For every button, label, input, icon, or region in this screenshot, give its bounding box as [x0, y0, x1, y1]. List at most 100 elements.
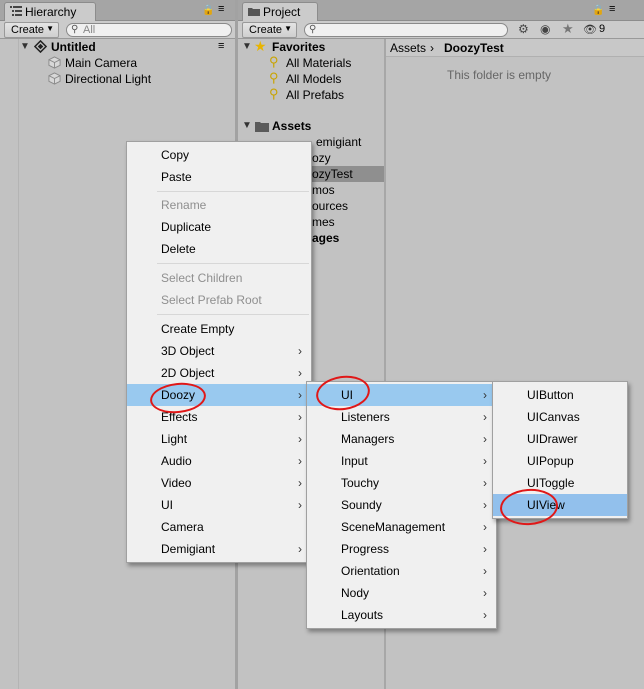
- expand-arrow-icon[interactable]: ▼: [242, 39, 252, 55]
- breadcrumb-item-current[interactable]: DoozyTest: [444, 41, 504, 55]
- menu-item-label: Select Prefab Root: [161, 293, 262, 307]
- submenu-arrow-icon: ›: [298, 410, 302, 424]
- menu-item-soundy[interactable]: Soundy ›: [307, 494, 496, 516]
- menu-item-label: UIButton: [527, 388, 574, 402]
- menu-item-ui[interactable]: UI ›: [127, 494, 311, 516]
- menu-item-label: Video: [161, 476, 192, 490]
- submenu-arrow-icon: ›: [298, 344, 302, 358]
- menu-item-uibutton[interactable]: UIButton: [493, 384, 627, 406]
- menu-item-create-empty[interactable]: Create Empty: [127, 318, 311, 340]
- scene-name: Untitled: [51, 40, 96, 54]
- scene-menu-icon[interactable]: ≡: [218, 38, 224, 54]
- panel-menu-icon[interactable]: ≡: [218, 3, 224, 15]
- menu-item-copy[interactable]: Copy: [127, 144, 311, 166]
- menu-item-label: Listeners: [341, 410, 390, 424]
- menu-item-orientation[interactable]: Orientation ›: [307, 560, 496, 582]
- breadcrumb: Assets › DoozyTest: [386, 39, 644, 57]
- hierarchy-tab[interactable]: Hierarchy: [4, 2, 96, 21]
- submenu-arrow-icon: ›: [483, 586, 487, 600]
- asset-folder-label: emigiant: [316, 135, 362, 149]
- menu-item-label: Camera: [161, 520, 204, 534]
- menu-item-managers[interactable]: Managers ›: [307, 428, 496, 450]
- menu-item-light[interactable]: Light ›: [127, 428, 311, 450]
- favorite-star-icon[interactable]: ★: [562, 21, 574, 37]
- empty-folder-message: This folder is empty: [447, 68, 552, 82]
- menu-item-rename: Rename: [127, 194, 311, 216]
- lock-icon[interactable]: 🔒: [592, 5, 604, 16]
- menu-item-scene-management[interactable]: SceneManagement ›: [307, 516, 496, 538]
- expand-arrow-icon[interactable]: ▼: [242, 118, 252, 134]
- filter-by-label-icon[interactable]: ◉: [540, 22, 550, 36]
- menu-item-paste[interactable]: Paste: [127, 166, 311, 188]
- favorites-row[interactable]: ▼ ★ Favorites: [238, 38, 384, 55]
- assets-row[interactable]: ▼ Assets: [238, 118, 384, 134]
- hierarchy-create-button[interactable]: Create ▼: [4, 22, 60, 38]
- filter-by-type-icon[interactable]: ⚙: [518, 22, 529, 36]
- menu-item-input[interactable]: Input ›: [307, 450, 496, 472]
- breadcrumb-item[interactable]: Assets: [390, 41, 426, 55]
- menu-item-delete[interactable]: Delete: [127, 238, 311, 260]
- project-create-label: Create: [249, 24, 283, 36]
- hierarchy-search-input[interactable]: ⚲ All: [66, 23, 232, 37]
- submenu-arrow-icon: ›: [483, 388, 487, 402]
- submenu-arrow-icon: ›: [298, 366, 302, 380]
- favorite-item[interactable]: ⚲ All Prefabs: [238, 86, 384, 103]
- menu-item-duplicate[interactable]: Duplicate: [127, 216, 311, 238]
- menu-item-camera[interactable]: Camera: [127, 516, 311, 538]
- menu-item-layouts[interactable]: Layouts ›: [307, 604, 496, 626]
- menu-item-label: Progress: [341, 542, 390, 556]
- lock-icon[interactable]: 🔒: [202, 5, 214, 16]
- menu-item-uidrawer[interactable]: UIDrawer: [493, 428, 627, 450]
- submenu-arrow-icon: ›: [298, 542, 302, 556]
- menu-item-video[interactable]: Video ›: [127, 472, 311, 494]
- gameobject-icon: [48, 56, 61, 69]
- menu-item-progress[interactable]: Progress ›: [307, 538, 496, 560]
- submenu-arrow-icon: ›: [483, 498, 487, 512]
- menu-separator: [157, 191, 309, 192]
- panel-menu-icon[interactable]: ≡: [609, 3, 615, 15]
- asset-folder-label: ozy: [312, 151, 331, 165]
- favorite-item-label: All Materials: [286, 56, 352, 70]
- menu-item-effects[interactable]: Effects ›: [127, 406, 311, 428]
- gameobject-icon: [48, 72, 61, 85]
- hierarchy-tab-label: Hierarchy: [25, 5, 77, 19]
- menu-item-label: Nody: [341, 586, 370, 600]
- menu-item-label: SceneManagement: [341, 520, 446, 534]
- project-tab[interactable]: Project: [242, 2, 318, 21]
- search-filter-icon: ⚲: [269, 86, 279, 101]
- hierarchy-gutter: [18, 39, 19, 689]
- menu-item-nody[interactable]: Nody ›: [307, 582, 496, 604]
- menu-item-uicanvas[interactable]: UICanvas: [493, 406, 627, 428]
- favorite-item[interactable]: ⚲ All Materials: [238, 54, 384, 71]
- hidden-packages-icon[interactable]: 👁: [583, 23, 597, 36]
- hierarchy-item-directional-light[interactable]: Directional Light: [0, 71, 236, 87]
- favorite-item[interactable]: ⚲ All Models: [238, 70, 384, 87]
- menu-item-3d-object[interactable]: 3D Object ›: [127, 340, 311, 362]
- project-tab-label: Project: [263, 5, 301, 19]
- menu-item-label: Create Empty: [161, 322, 235, 336]
- menu-item-label: Delete: [161, 242, 196, 256]
- project-search-input[interactable]: ⚲: [304, 23, 508, 37]
- asset-folder-label: ages: [312, 231, 340, 245]
- menu-item-demigiant[interactable]: Demigiant ›: [127, 538, 311, 560]
- chevron-down-icon: ▼: [46, 24, 55, 33]
- menu-item-2d-object[interactable]: 2D Object ›: [127, 362, 311, 384]
- expand-arrow-icon[interactable]: ▼: [20, 39, 30, 55]
- menu-item-label: Copy: [161, 148, 190, 162]
- asset-folder-label: ozyTest: [312, 167, 353, 181]
- menu-item-label: Light: [161, 432, 188, 446]
- menu-item-uipopup[interactable]: UIPopup: [493, 450, 627, 472]
- menu-item-audio[interactable]: Audio ›: [127, 450, 311, 472]
- scene-row[interactable]: ▼ Untitled ≡: [0, 39, 236, 55]
- assets-label: Assets: [272, 119, 312, 133]
- menu-item-label: UICanvas: [527, 410, 580, 424]
- menu-item-uitoggle[interactable]: UIToggle: [493, 472, 627, 494]
- hierarchy-item-main-camera[interactable]: Main Camera: [0, 55, 236, 71]
- hierarchy-toolbar: Create ▼ ⚲ All: [0, 21, 236, 39]
- unity-scene-icon: [34, 40, 47, 53]
- menu-item-touchy[interactable]: Touchy ›: [307, 472, 496, 494]
- project-create-button[interactable]: Create ▼: [242, 22, 298, 38]
- star-icon: ★: [254, 38, 267, 54]
- chevron-down-icon: ▼: [284, 24, 293, 33]
- project-toolbar: Create ▼ ⚲ ⚙ ◉ ★ 👁 9: [238, 21, 644, 39]
